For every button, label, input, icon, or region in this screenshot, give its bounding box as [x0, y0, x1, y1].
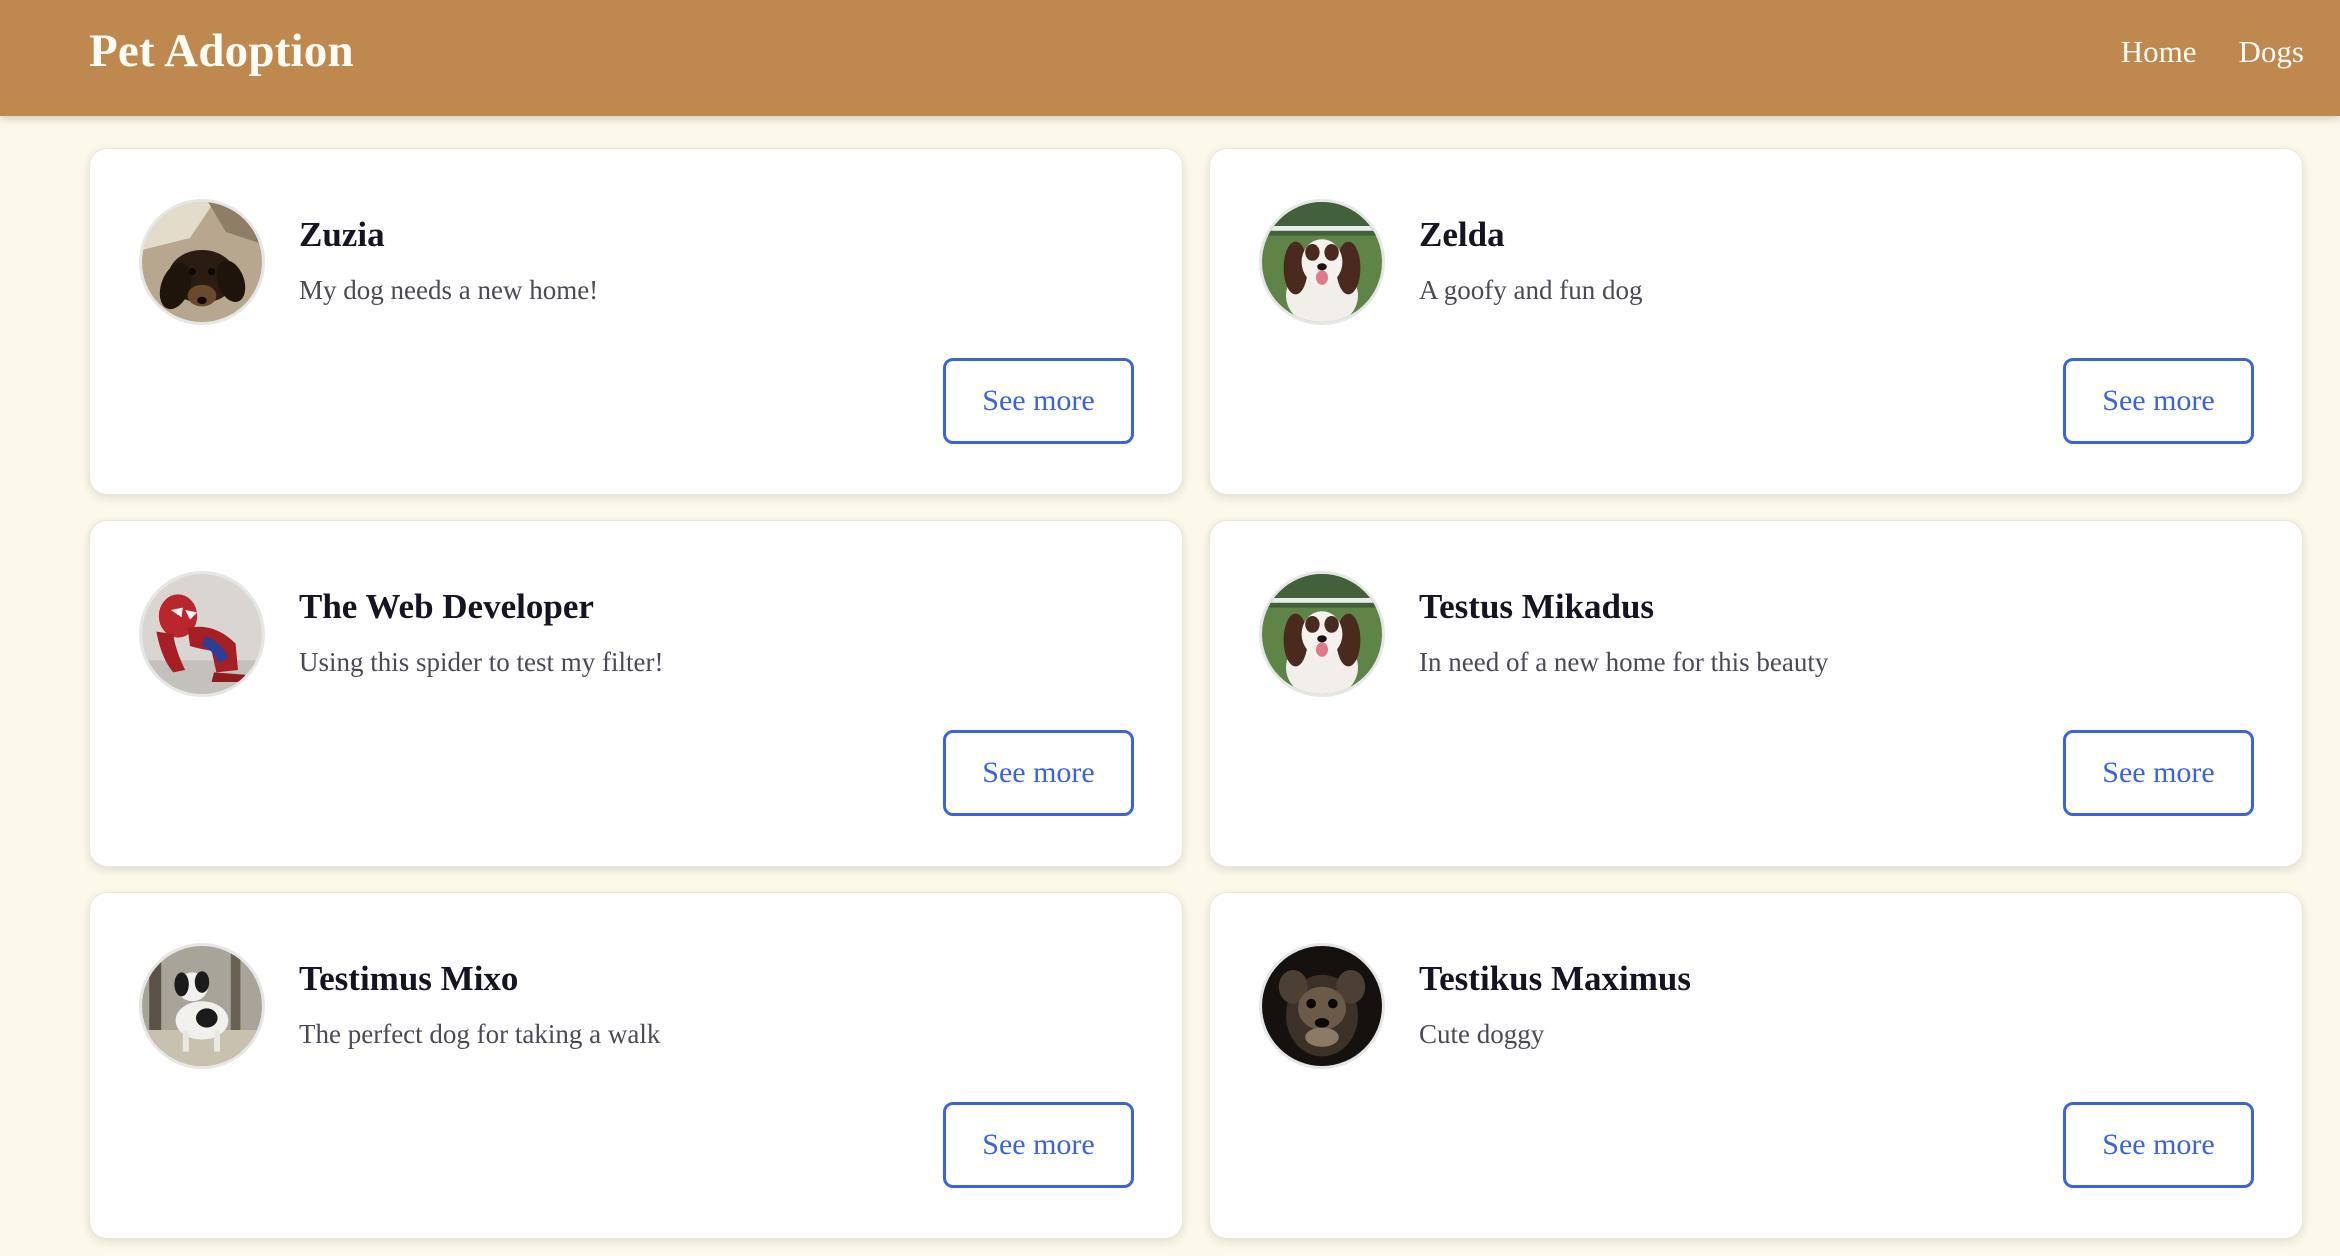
pet-name: Testimus Mixo [299, 959, 519, 998]
see-more-button[interactable]: See more [2063, 358, 2254, 444]
mixed-dog-photo [139, 943, 265, 1069]
spaniel-photo [1259, 199, 1385, 325]
brand-title[interactable]: Pet Adoption [89, 24, 354, 78]
nav-links: Home Dogs [2079, 34, 2304, 70]
pet-description: A goofy and fun dog [1419, 275, 1643, 305]
see-more-button[interactable]: See more [943, 1102, 1134, 1188]
top-navbar: Pet Adoption Home Dogs [0, 0, 2340, 116]
pet-card-grid: Zuzia My dog needs a new home! See more … [89, 148, 2303, 1239]
pet-name: The Web Developer [299, 587, 594, 626]
pet-card-testimus-mixo: Testimus Mixo The perfect dog for taking… [89, 892, 1183, 1239]
pet-description: In need of a new home for this beauty [1419, 647, 1829, 677]
dachshund-photo [139, 199, 265, 325]
pet-name: Zelda [1419, 215, 1505, 254]
pet-name: Testikus Maximus [1419, 959, 1691, 998]
pet-description: Using this spider to test my filter! [299, 647, 664, 677]
pet-card-testus-mikadus: Testus Mikadus In need of a new home for… [1209, 520, 2303, 867]
terrier-photo [1259, 943, 1385, 1069]
see-more-button[interactable]: See more [2063, 1102, 2254, 1188]
pet-card-zelda: Zelda A goofy and fun dog See more [1209, 148, 2303, 495]
see-more-button[interactable]: See more [943, 730, 1134, 816]
pet-description: My dog needs a new home! [299, 275, 599, 305]
spaniel-photo [1259, 571, 1385, 697]
pet-card-the-web-developer: The Web Developer Using this spider to t… [89, 520, 1183, 867]
pet-description: The perfect dog for taking a walk [299, 1019, 661, 1049]
see-more-button[interactable]: See more [2063, 730, 2254, 816]
nav-home-link[interactable]: Home [2121, 34, 2197, 70]
pet-card-testikus-maximus: Testikus Maximus Cute doggy See more [1209, 892, 2303, 1239]
pet-name: Testus Mikadus [1419, 587, 1655, 626]
spider-figure-photo [139, 571, 265, 697]
pet-description: Cute doggy [1419, 1019, 1545, 1049]
pet-name: Zuzia [299, 215, 385, 254]
nav-dogs-link[interactable]: Dogs [2239, 34, 2304, 70]
see-more-button[interactable]: See more [943, 358, 1134, 444]
pet-card-zuzia: Zuzia My dog needs a new home! See more [89, 148, 1183, 495]
